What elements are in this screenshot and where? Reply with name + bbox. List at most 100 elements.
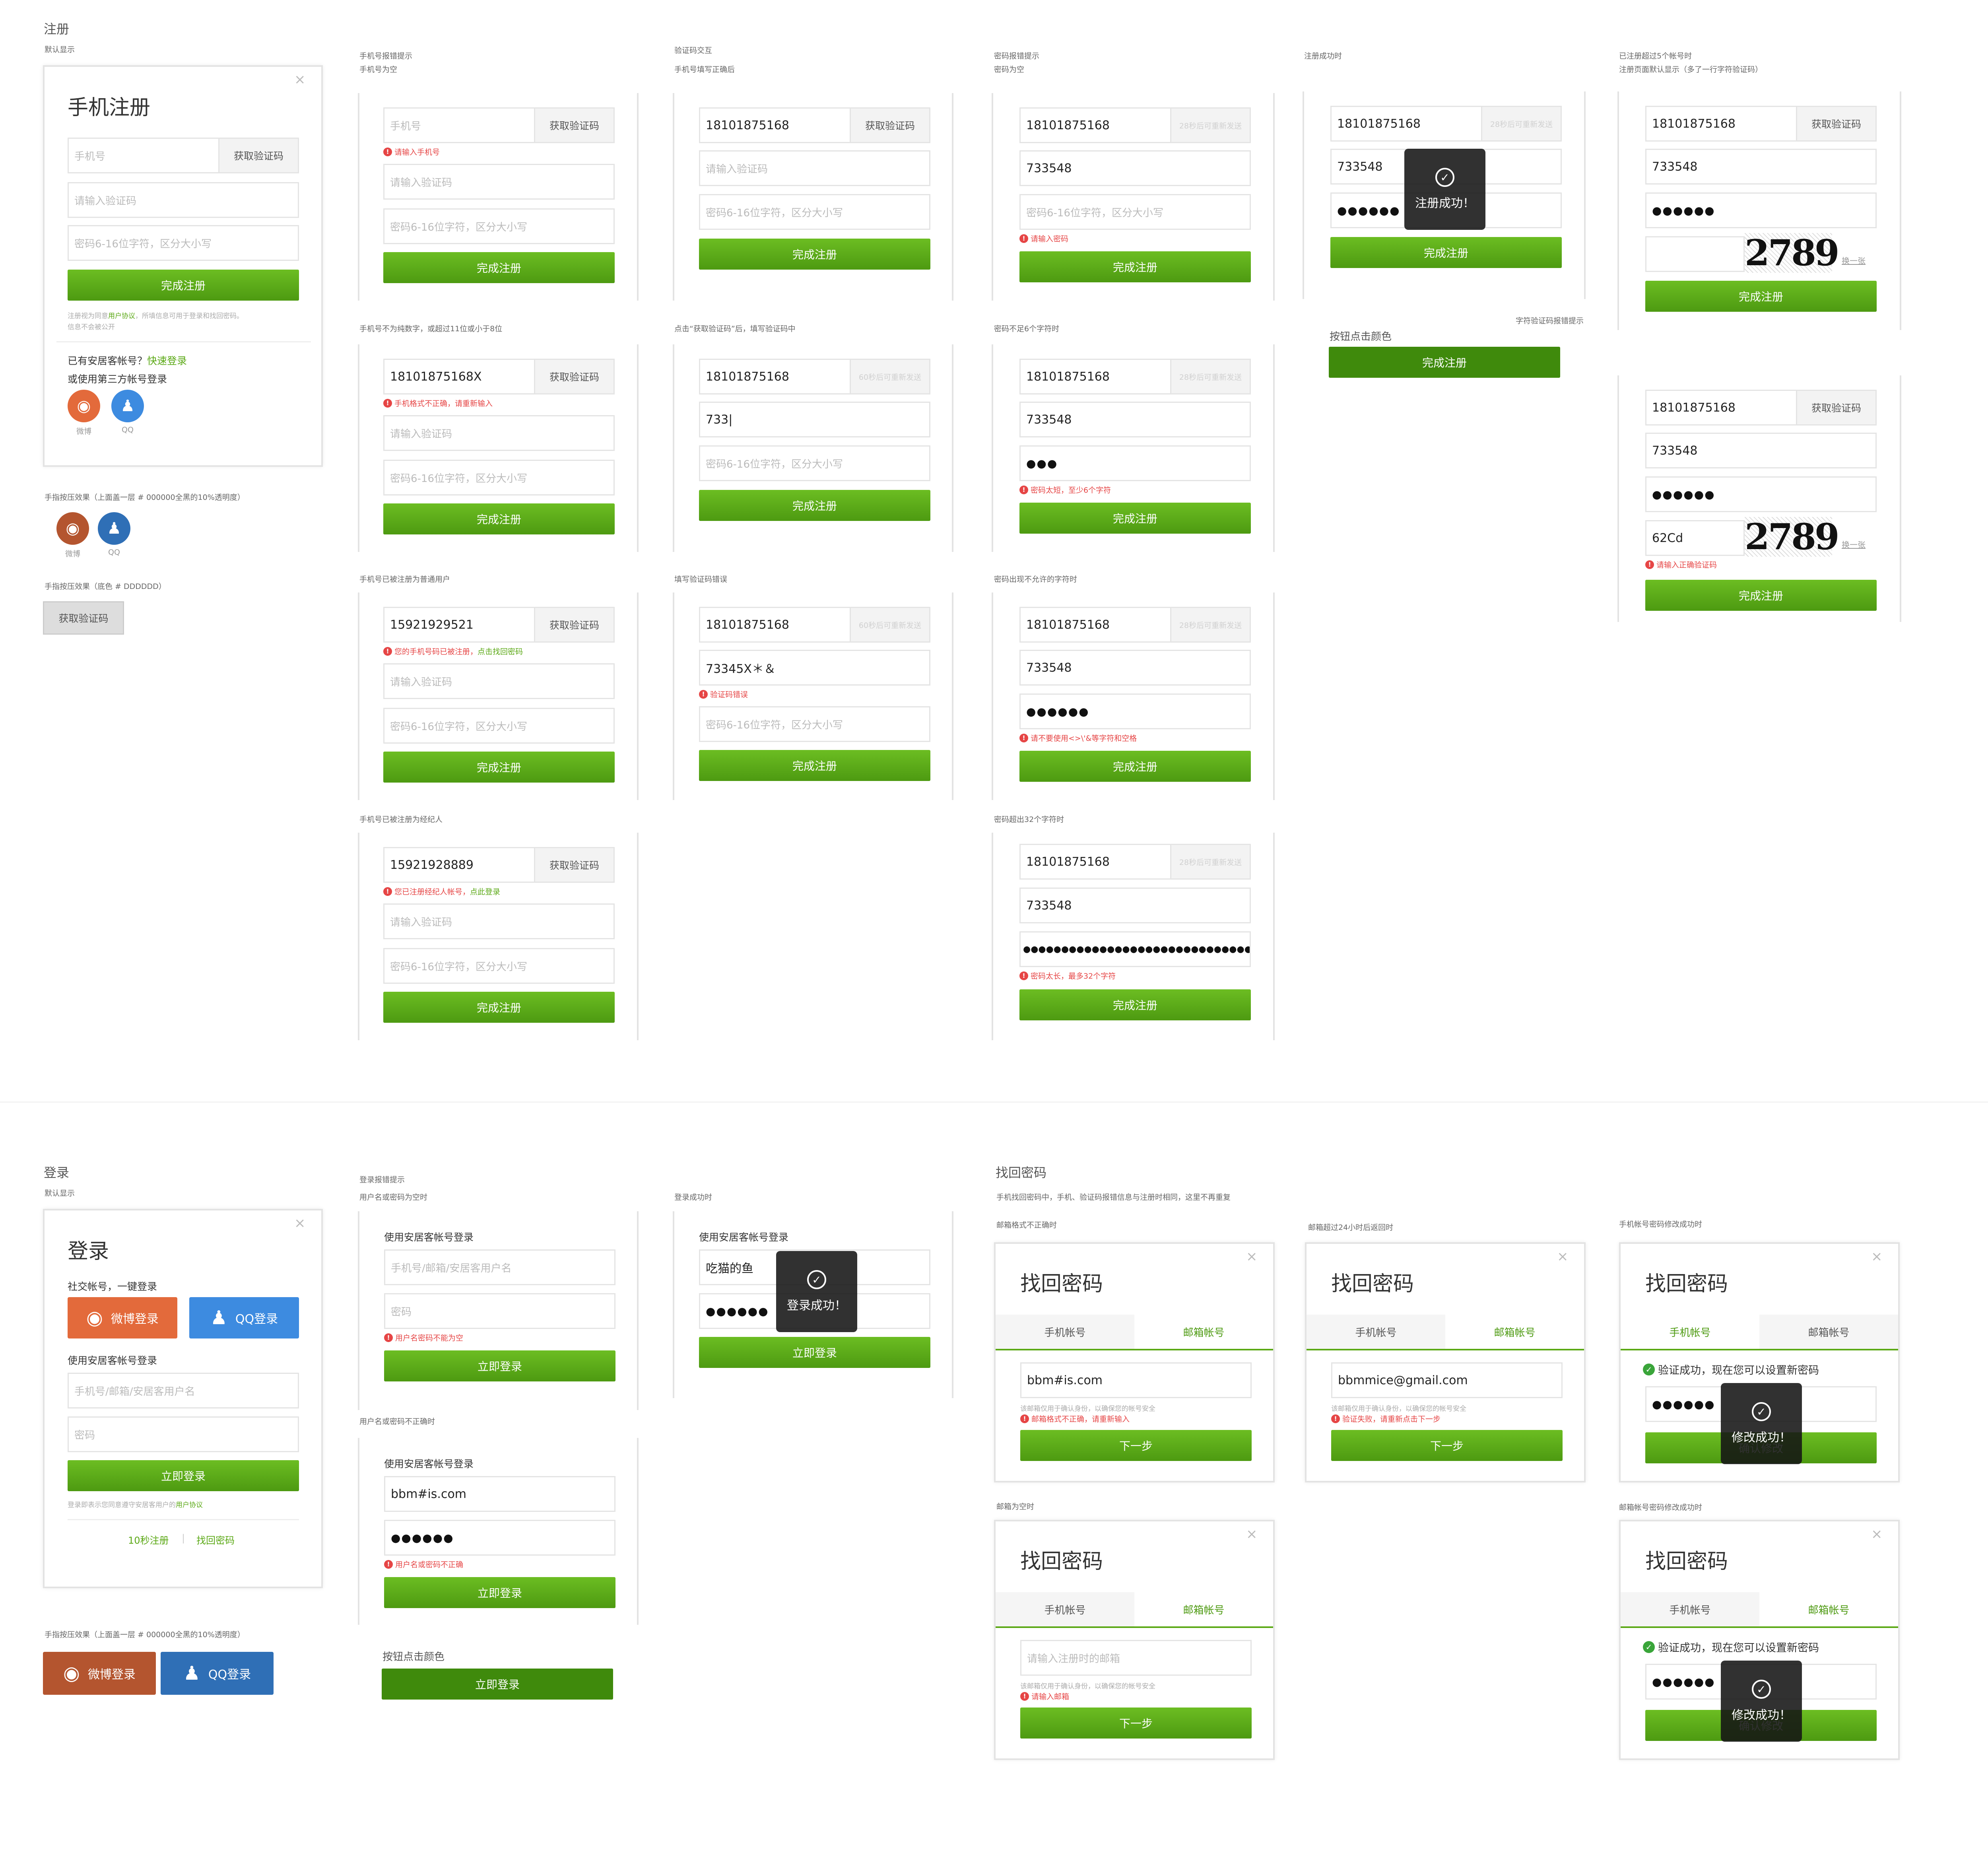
close-icon[interactable]: ×: [294, 1215, 306, 1231]
password-input[interactable]: ●●●●●●: [1645, 476, 1877, 512]
submit-register-button[interactable]: 完成注册: [1330, 237, 1562, 268]
tab-phone[interactable]: 手机帐号: [996, 1315, 1134, 1349]
captcha-image[interactable]: 2789: [1745, 517, 1840, 557]
code-input[interactable]: 733548: [1019, 650, 1251, 686]
close-icon[interactable]: ×: [1871, 1526, 1883, 1542]
submit-register-button[interactable]: 完成注册: [1019, 251, 1251, 282]
close-icon[interactable]: ×: [1246, 1249, 1258, 1265]
find-password-link[interactable]: 点击找回密码: [478, 646, 523, 657]
tab-phone[interactable]: 手机帐号: [1621, 1315, 1759, 1349]
login-button[interactable]: 立即登录: [68, 1460, 299, 1491]
code-input[interactable]: 733 |: [699, 402, 930, 437]
code-input[interactable]: 请输入验证码: [383, 903, 615, 939]
submit-register-button[interactable]: 完成注册: [1019, 503, 1251, 534]
close-icon[interactable]: ×: [1246, 1526, 1258, 1542]
login-button[interactable]: 立即登录: [384, 1350, 615, 1381]
phone-input[interactable]: 手机号 获取验证码: [68, 138, 299, 173]
qq-icon[interactable]: ♟: [111, 390, 144, 422]
next-button[interactable]: 下一步: [1020, 1708, 1252, 1739]
captcha-image[interactable]: 2789: [1745, 233, 1840, 273]
next-button[interactable]: 下一步: [1020, 1430, 1252, 1461]
get-code-button[interactable]: 获取验证码: [534, 848, 613, 882]
password-input[interactable]: 密码6-16位字符，区分大小写: [383, 948, 615, 984]
get-code-button[interactable]: 获取验证码: [1796, 107, 1875, 140]
password-input[interactable]: 密码: [68, 1416, 299, 1452]
tab-phone[interactable]: 手机帐号: [996, 1592, 1134, 1626]
tab-email[interactable]: 邮箱帐号: [1759, 1592, 1898, 1626]
get-code-button[interactable]: 获取验证码: [534, 360, 613, 393]
code-input[interactable]: 请输入验证码: [383, 164, 615, 200]
phone-input[interactable]: 18101875168 28秒后可重新发送: [1019, 107, 1251, 143]
password-input[interactable]: 密码: [384, 1293, 615, 1329]
username-input[interactable]: 手机号/邮箱/安居客用户名: [68, 1373, 299, 1408]
phone-input[interactable]: 18101875168 28秒后可重新发送: [1019, 359, 1251, 394]
code-input[interactable]: 733548: [1645, 433, 1877, 468]
get-code-button[interactable]: 获取验证码: [534, 608, 613, 641]
submit-register-button[interactable]: 完成注册: [699, 750, 930, 781]
close-icon[interactable]: ×: [1557, 1249, 1569, 1265]
code-input[interactable]: 733548: [1019, 402, 1251, 437]
code-input[interactable]: 733548: [1019, 150, 1251, 186]
password-input[interactable]: ●●●●●●●●●●●●●●●●●●●●●●●●●●●●●●●●: [1019, 931, 1251, 967]
phone-input[interactable]: 18101875168 60秒后可重新发送: [699, 607, 930, 643]
phone-input[interactable]: 15921929521 获取验证码: [383, 607, 615, 643]
password-input[interactable]: ●●●●●●: [1019, 694, 1251, 729]
phone-input[interactable]: 18101875168 60秒后可重新发送: [699, 359, 930, 394]
get-code-button[interactable]: 获取验证码: [534, 109, 613, 142]
submit-register-button[interactable]: 完成注册: [699, 239, 930, 270]
captcha-input[interactable]: [1645, 236, 1745, 272]
tab-phone[interactable]: 手机帐号: [1621, 1592, 1759, 1626]
phone-input[interactable]: 18101875168X 获取验证码: [383, 359, 615, 394]
password-input[interactable]: 密码6-16位字符，区分大小写: [68, 225, 299, 261]
password-input[interactable]: 密码6-16位字符，区分大小写: [699, 194, 930, 230]
code-input[interactable]: 请输入验证码: [68, 182, 299, 218]
username-input[interactable]: 手机号/邮箱/安居客用户名: [384, 1249, 615, 1285]
tab-email[interactable]: 邮箱帐号: [1134, 1592, 1273, 1626]
submit-register-button[interactable]: 完成注册: [1019, 751, 1251, 782]
code-input[interactable]: 请输入验证码: [699, 150, 930, 186]
password-input[interactable]: 密码6-16位字符，区分大小写: [383, 208, 615, 244]
login-button[interactable]: 立即登录: [699, 1337, 930, 1368]
find-password-link[interactable]: 找回密码: [196, 1533, 235, 1546]
submit-register-button[interactable]: 完成注册: [1645, 281, 1877, 312]
phone-input[interactable]: 18101875168 获取验证码: [1645, 390, 1877, 425]
submit-register-button[interactable]: 完成注册: [383, 252, 615, 283]
tab-email[interactable]: 邮箱帐号: [1759, 1315, 1898, 1349]
code-input[interactable]: 73345X＊＆: [699, 650, 930, 686]
submit-register-button[interactable]: 完成注册: [68, 270, 299, 301]
phone-input[interactable]: 15921928889 获取验证码: [383, 847, 615, 883]
submit-register-button[interactable]: 完成注册: [383, 992, 615, 1023]
password-input[interactable]: ●●●●●●: [1645, 192, 1877, 228]
code-input[interactable]: 请输入验证码: [383, 415, 615, 451]
submit-register-button[interactable]: 完成注册: [1645, 580, 1877, 611]
get-code-button[interactable]: 获取验证码: [218, 139, 298, 172]
login-link[interactable]: 点此登录: [470, 886, 500, 897]
password-input[interactable]: 密码6-16位字符，区分大小写: [699, 706, 930, 742]
password-input[interactable]: 密码6-16位字符，区分大小写: [699, 445, 930, 481]
username-input[interactable]: bbm#is.com: [384, 1476, 615, 1512]
tab-email[interactable]: 邮箱帐号: [1445, 1315, 1584, 1349]
change-captcha-link[interactable]: 换一张: [1842, 254, 1866, 266]
password-input[interactable]: 密码6-16位字符，区分大小写: [383, 460, 615, 495]
password-input[interactable]: ●●●: [1019, 445, 1251, 481]
tab-email[interactable]: 邮箱帐号: [1134, 1315, 1273, 1349]
phone-input[interactable]: 18101875168 获取验证码: [1645, 106, 1877, 142]
submit-register-button[interactable]: 完成注册: [383, 503, 615, 534]
email-input[interactable]: 请输入注册时的邮箱: [1020, 1640, 1252, 1676]
phone-input[interactable]: 手机号 获取验证码: [383, 107, 615, 143]
email-input[interactable]: bbmmice@gmail.com: [1331, 1362, 1563, 1398]
qq-login-button[interactable]: ♟ QQ登录: [189, 1297, 299, 1338]
weibo-login-button[interactable]: ◉ 微博登录: [68, 1297, 177, 1338]
phone-input[interactable]: 18101875168 28秒后可重新发送: [1330, 106, 1562, 142]
tab-phone[interactable]: 手机帐号: [1307, 1315, 1445, 1349]
submit-register-button[interactable]: 完成注册: [1019, 989, 1251, 1020]
next-button[interactable]: 下一步: [1331, 1430, 1563, 1461]
login-button[interactable]: 立即登录: [384, 1577, 615, 1608]
register-10s-link[interactable]: 10秒注册: [128, 1533, 169, 1546]
email-input[interactable]: bbm#is.com: [1020, 1362, 1252, 1398]
quick-login-link[interactable]: 快速登录: [147, 355, 187, 367]
phone-input[interactable]: 18101875168 28秒后可重新发送: [1019, 844, 1251, 880]
phone-input[interactable]: 18101875168 获取验证码: [699, 107, 930, 143]
code-input[interactable]: 733548: [1645, 149, 1877, 185]
password-input[interactable]: 密码6-16位字符，区分大小写: [383, 708, 615, 744]
